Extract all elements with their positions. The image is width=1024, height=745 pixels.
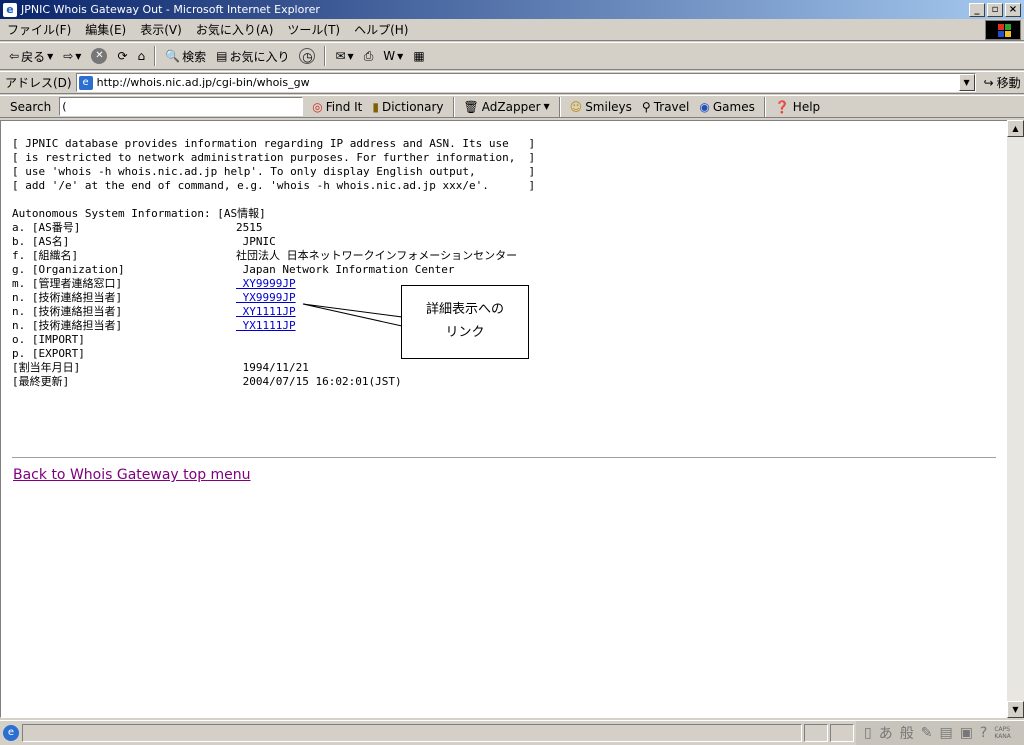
- info-row: [割当年月日] 1994/11/21: [12, 361, 309, 374]
- info-row: [最終更新] 2004/07/15 16:02:01(JST): [12, 375, 402, 388]
- ie-icon: e: [3, 2, 17, 17]
- favorites-button[interactable]: ▤ お気に入り: [211, 45, 294, 67]
- minimize-button[interactable]: _: [969, 2, 985, 17]
- smileys-button[interactable]: ☺ Smileys: [565, 100, 637, 114]
- print-icon: ⎙: [363, 48, 374, 63]
- dictionary-icon: ▮: [372, 99, 379, 114]
- menu-help[interactable]: ヘルプ(H): [347, 21, 415, 38]
- history-button[interactable]: ◷: [294, 45, 320, 67]
- toolbar-search-input[interactable]: (: [59, 97, 304, 116]
- address-label: アドレス(D): [5, 76, 72, 90]
- menu-view[interactable]: 表示(V): [133, 21, 189, 38]
- ime-lock-indicator: CAPS KANA: [994, 726, 1011, 740]
- ime-help-icon[interactable]: ?: [980, 725, 987, 741]
- address-input[interactable]: e http://whois.nic.ad.jp/cgi-bin/whois_g…: [75, 73, 976, 92]
- stop-icon: ✕: [91, 48, 108, 64]
- address-dropdown-button[interactable]: ▼: [958, 74, 975, 91]
- refresh-button[interactable]: ⟳: [112, 45, 132, 67]
- menu-bar: ファイル(F) 編集(E) 表示(V) お気に入り(A) ツール(T) ヘルプ(…: [0, 19, 1024, 41]
- ime-mode-icon: ▯: [864, 725, 872, 741]
- document-icon: ▦: [413, 49, 425, 63]
- chevron-down-icon: ▼: [347, 51, 354, 61]
- ime-pad-icon[interactable]: ▣: [960, 725, 973, 741]
- ime-tool-icon[interactable]: ✎: [921, 725, 933, 741]
- chevron-down-icon: ▼: [47, 51, 54, 61]
- back-arrow-icon: ⇦: [9, 49, 20, 63]
- stop-button[interactable]: ✕: [86, 45, 112, 67]
- windows-logo-icon: [985, 20, 1021, 40]
- annotation-callout: 詳細表示への リンク: [401, 285, 529, 359]
- games-icon: ◉: [699, 99, 710, 114]
- standard-toolbar: ⇦ 戻る ▼ ⇨ ▼ ✕ ⟳ ⌂ 🔍 検索 ▤ お気に入り ◷ ✉ ▼ ⎙ W ▼ …: [0, 42, 1024, 70]
- pin-icon: ⚲: [641, 99, 651, 114]
- forward-button[interactable]: ⇨ ▼: [58, 45, 86, 67]
- dictionary-button[interactable]: ▮ Dictionary: [367, 100, 448, 114]
- search-icon: 🔍: [165, 49, 181, 63]
- chevron-down-icon: ▼: [543, 102, 550, 111]
- travel-button[interactable]: ⚲ Travel: [637, 100, 694, 114]
- back-to-top-menu-link[interactable]: Back to Whois Gateway top menu: [13, 467, 251, 483]
- word-icon: W: [383, 49, 396, 63]
- edit-button[interactable]: W ▼: [378, 45, 408, 67]
- home-button[interactable]: ⌂: [133, 45, 151, 67]
- mail-button[interactable]: ✉ ▼: [330, 45, 358, 67]
- go-button[interactable]: ↪ 移動: [984, 74, 1021, 91]
- refresh-icon: ⟳: [117, 49, 128, 63]
- page-icon: e: [78, 75, 93, 90]
- go-arrow-icon: ↪: [983, 75, 994, 90]
- address-bar: アドレス(D) e http://whois.nic.ad.jp/cgi-bin…: [0, 71, 1024, 94]
- smiley-icon: ☺: [569, 99, 583, 114]
- chevron-down-icon: ▼: [397, 51, 404, 61]
- menu-favorites[interactable]: お気に入り(A): [189, 21, 281, 38]
- title-bar: e JPNIC Whois Gateway Out - Microsoft In…: [0, 0, 1024, 19]
- address-url: http://whois.nic.ad.jp/cgi-bin/whois_gw: [96, 76, 310, 89]
- menu-edit[interactable]: 編集(E): [78, 21, 133, 38]
- back-button[interactable]: ⇦ 戻る ▼: [4, 45, 58, 67]
- favorites-icon: ▤: [216, 49, 228, 63]
- games-button[interactable]: ◉ Games: [694, 100, 759, 114]
- ime-toolbar: ▯ あ 般 ✎ ▤ ▣ ? CAPS KANA: [856, 721, 1024, 745]
- ime-hiragana-button[interactable]: あ: [879, 723, 893, 743]
- menu-file[interactable]: ファイル(F): [0, 21, 78, 38]
- status-cell: [830, 723, 854, 742]
- links-toolbar: Search ( ◎ Find It ▮ Dictionary 🗑 AdZapp…: [0, 95, 1024, 118]
- page-status-icon: e: [3, 724, 19, 741]
- scroll-up-button[interactable]: ▲: [1007, 120, 1024, 137]
- menu-tools[interactable]: ツール(T): [280, 21, 347, 38]
- search-button[interactable]: 🔍 検索: [160, 45, 211, 67]
- status-bar: e ▯ あ 般 ✎ ▤ ▣ ? CAPS KANA: [0, 720, 1024, 745]
- trash-icon: 🗑: [463, 99, 479, 114]
- find-it-button[interactable]: ◎ Find It: [307, 100, 367, 114]
- close-button[interactable]: ×: [1005, 2, 1021, 17]
- history-icon: ◷: [299, 48, 316, 64]
- scroll-down-button[interactable]: ▼: [1007, 701, 1024, 718]
- discuss-button[interactable]: ▦: [408, 45, 429, 67]
- target-icon: ◎: [312, 99, 323, 114]
- callout-pointer: [302, 303, 403, 327]
- status-cell: [804, 723, 828, 742]
- mail-icon: ✉: [335, 49, 346, 63]
- ime-conversion-button[interactable]: 般: [900, 723, 914, 743]
- status-text: [22, 723, 802, 742]
- maximize-button[interactable]: ▫: [987, 2, 1003, 17]
- help-button[interactable]: ❓ Help: [770, 100, 825, 114]
- ime-dictionary-icon[interactable]: ▤: [939, 725, 952, 741]
- chevron-down-icon: ▼: [75, 51, 82, 61]
- adzapper-button[interactable]: 🗑 AdZapper ▼: [459, 100, 555, 114]
- print-button[interactable]: ⎙: [359, 45, 379, 67]
- page-content: [ JPNIC database provides information re…: [0, 120, 1008, 718]
- vertical-scrollbar[interactable]: ▲ ▼: [1007, 120, 1024, 718]
- home-icon: ⌂: [137, 49, 146, 63]
- divider: [12, 457, 996, 459]
- search-label: Search: [10, 99, 52, 114]
- window-title: JPNIC Whois Gateway Out - Microsoft Inte…: [21, 3, 320, 16]
- help-icon: ❓: [774, 99, 790, 114]
- forward-arrow-icon: ⇨: [63, 49, 74, 63]
